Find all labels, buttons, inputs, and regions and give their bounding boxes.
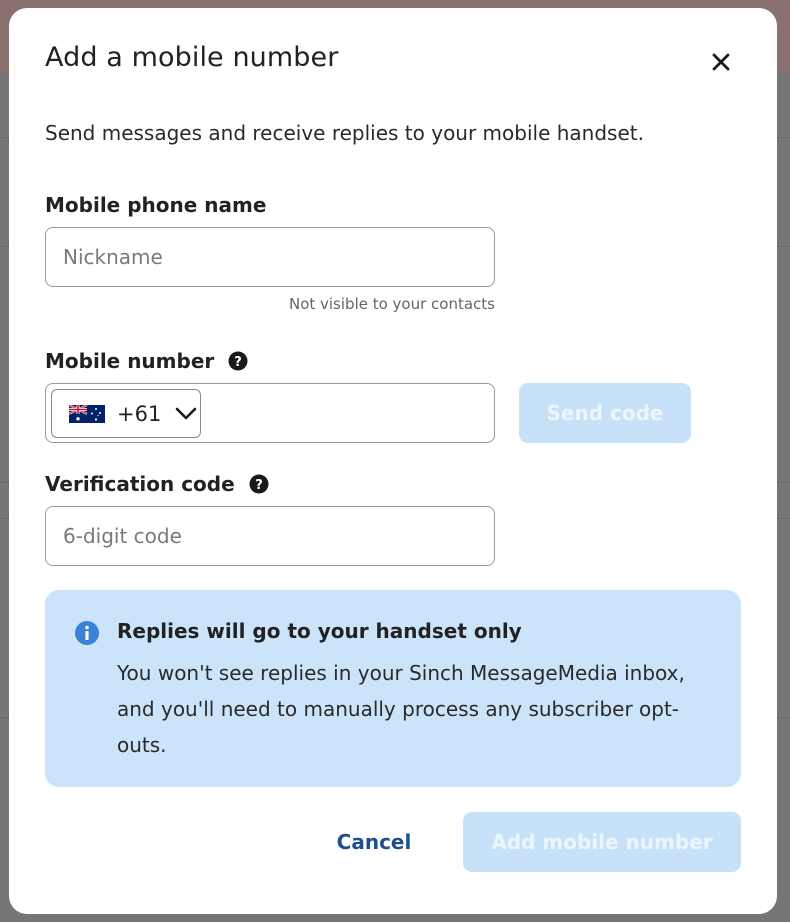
chevron-down-icon [175, 407, 197, 421]
svg-text:?: ? [255, 478, 263, 493]
svg-text:?: ? [234, 355, 242, 370]
mobile-number-label-text: Mobile number [45, 349, 215, 373]
add-mobile-number-button[interactable]: Add mobile number [463, 812, 741, 872]
info-banner-body: You won't see replies in your Sinch Mess… [117, 661, 685, 757]
question-circle-icon: ? [249, 474, 269, 494]
close-button[interactable] [707, 48, 735, 76]
phone-name-hint: Not visible to your contacts [288, 295, 495, 313]
help-icon[interactable]: ? [249, 474, 269, 494]
phone-name-label: Mobile phone name [45, 193, 266, 217]
question-circle-icon: ? [228, 351, 248, 371]
send-code-button[interactable]: Send code [519, 383, 691, 443]
country-code-dropdown[interactable]: +61 [51, 389, 201, 438]
phone-name-label-text: Mobile phone name [45, 193, 267, 217]
mobile-number-field[interactable]: +61 [45, 383, 495, 443]
info-banner-title: Replies will go to your handset only [117, 619, 522, 643]
dialog-title: Add a mobile number [45, 42, 339, 73]
australia-flag-icon [69, 404, 105, 423]
close-icon [712, 53, 730, 71]
info-banner: Replies will go to your handset only You… [45, 590, 741, 787]
info-icon [74, 620, 100, 646]
phone-name-input[interactable] [45, 227, 495, 287]
add-mobile-number-dialog: Add a mobile number Send messages and re… [9, 8, 777, 914]
verification-code-label-text: Verification code [45, 472, 235, 496]
help-icon[interactable]: ? [228, 351, 248, 371]
dialog-description: Send messages and receive replies to you… [45, 121, 644, 145]
mobile-number-label: Mobile number ? [45, 349, 248, 373]
cancel-button[interactable]: Cancel [323, 812, 425, 872]
verification-code-label: Verification code ? [45, 472, 269, 496]
country-dial-code: +61 [117, 401, 162, 426]
verification-code-input[interactable] [45, 506, 495, 566]
